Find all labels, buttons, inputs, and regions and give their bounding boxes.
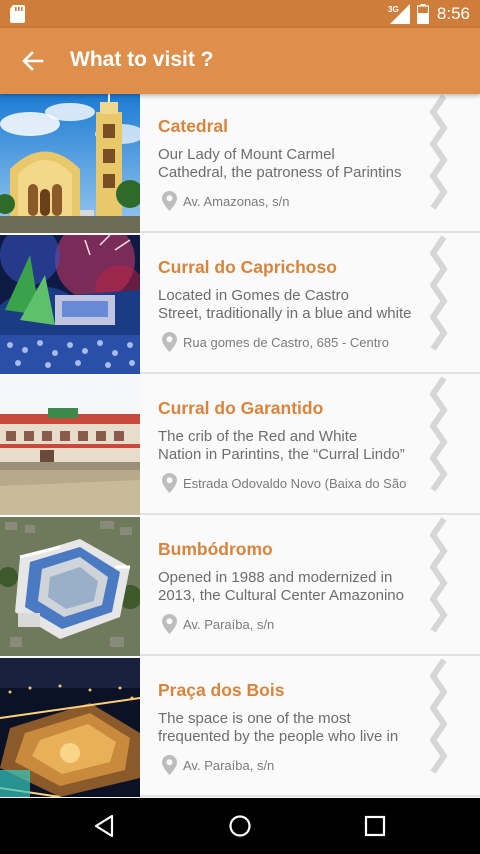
place-name: Praça dos Bois	[158, 680, 285, 700]
battery-icon	[417, 4, 429, 24]
decorative-chevrons-icon	[430, 235, 448, 351]
place-thumbnail	[0, 376, 140, 515]
nav-home-button[interactable]	[224, 810, 256, 842]
network-signal-icon: 3G	[388, 4, 410, 24]
place-name: Curral do Caprichoso	[158, 257, 337, 277]
location-pin-icon	[162, 755, 177, 775]
location-pin-icon	[162, 332, 177, 352]
page-title: What to visit ?	[70, 48, 214, 71]
place-address: Rua gomes de Castro, 685 - Centro	[162, 332, 428, 352]
place-description: Opened in 1988 and modernized in 2013, t…	[158, 569, 404, 604]
place-name: Bumbódromo	[158, 539, 273, 559]
svg-text:3G: 3G	[388, 5, 399, 14]
nav-back-button[interactable]	[88, 810, 120, 842]
place-description: Located in Gomes de Castro Street, tradi…	[158, 287, 412, 322]
arrow-left-icon	[22, 51, 44, 71]
place-thumbnail	[0, 517, 140, 656]
back-triangle-icon	[94, 814, 114, 838]
system-nav-bar	[0, 798, 480, 854]
back-button[interactable]	[14, 42, 52, 80]
place-name: Catedral	[158, 116, 229, 136]
status-bar: 3G 8:56	[0, 0, 480, 28]
location-pin-icon	[162, 191, 177, 211]
list-item[interactable]: Bumbódromo Opened in 1988 and modernized…	[0, 517, 480, 656]
decorative-chevrons-icon	[430, 517, 448, 633]
location-pin-icon	[162, 614, 177, 634]
recents-square-icon	[364, 815, 386, 837]
decorative-chevrons-icon	[430, 94, 448, 210]
place-address: Av. Paraíba, s/n	[162, 614, 428, 634]
home-circle-icon	[229, 815, 251, 837]
list-item[interactable]: Catedral Our Lady of Mount Carmel Cathed…	[0, 94, 480, 233]
place-name: Curral do Garantido	[158, 398, 324, 418]
decorative-chevrons-icon	[430, 376, 448, 492]
place-address: Av. Paraíba, s/n	[162, 755, 428, 775]
nav-recents-button[interactable]	[359, 810, 391, 842]
decorative-chevrons-icon	[430, 658, 448, 774]
place-description: Our Lady of Mount Carmel Cathedral, the …	[158, 146, 402, 181]
place-thumbnail	[0, 235, 140, 374]
list-item[interactable]: Praça dos Bois The space is one of the m…	[0, 658, 480, 797]
status-clock: 8:56	[436, 4, 470, 23]
place-thumbnail	[0, 658, 140, 797]
location-pin-icon	[162, 473, 177, 493]
place-address: Av. Amazonas, s/n	[162, 191, 428, 211]
app-bar: What to visit ?	[0, 28, 480, 94]
list-item[interactable]: Curral do Caprichoso Located in Gomes de…	[0, 235, 480, 374]
place-thumbnail	[0, 94, 140, 233]
sd-card-icon	[10, 5, 25, 23]
places-list[interactable]: Catedral Our Lady of Mount Carmel Cathed…	[0, 94, 480, 798]
place-address: Estrada Odovaldo Novo (Baixa do São	[162, 473, 428, 493]
list-item[interactable]: Curral do Garantido The crib of the Red …	[0, 376, 480, 515]
place-description: The space is one of the most frequented …	[158, 710, 399, 745]
place-description: The crib of the Red and White Nation in …	[158, 428, 405, 463]
